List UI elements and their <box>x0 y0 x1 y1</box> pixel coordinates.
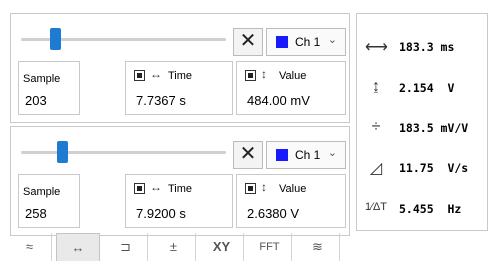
cursor-2-value-field: ↕ Value 2.6380 V <box>236 174 346 228</box>
delta-value-icon: ↨ <box>372 78 380 95</box>
tool-tab-bar: ≈ ↔ ⊐ ± XY FFT ≋ <box>8 233 358 261</box>
filter-icon: ≋ <box>312 239 323 254</box>
value-checkbox[interactable] <box>245 70 256 81</box>
divide-icon: ÷ <box>371 118 381 135</box>
slope-value: 11.75 V/s <box>399 161 469 175</box>
sample-label: Sample <box>23 186 61 198</box>
tab-cursors[interactable]: ↔ <box>56 233 100 261</box>
horizontal-cursor-icon: ↔ <box>71 240 85 255</box>
value-checkbox[interactable] <box>245 183 256 194</box>
channel-color-swatch <box>276 36 288 48</box>
ratio-value: 183.5 mV/V <box>399 121 469 135</box>
chevron-down-icon: ⌄ <box>327 147 337 159</box>
tab-waveform[interactable]: ≈ <box>8 233 52 261</box>
channel-label: Ch 1 <box>295 148 321 162</box>
frequency-icon: 1⁄ΔT <box>365 201 388 213</box>
tab-fft[interactable]: FFT <box>248 233 292 261</box>
xy-icon: XY <box>212 239 231 254</box>
time-value: 7.7367 s <box>136 93 186 108</box>
cursor-2-close-button[interactable]: ✕ <box>233 141 263 169</box>
cursor-1-channel-select[interactable]: Ch 1 ⌄ <box>266 28 346 56</box>
sample-label: Sample <box>23 73 61 85</box>
measurement-ratio: ÷ 183.5 mV/V <box>357 113 489 143</box>
delta-time-value: 183.3 ms <box>399 40 455 54</box>
cursor-2-slider-thumb[interactable] <box>57 141 68 163</box>
cursor-2-panel: ✕ Ch 1 ⌄ Sample 258 ↔ Time 7.9200 s ↕ Va… <box>10 126 350 236</box>
measurement-slope: ◿ 11.75 V/s <box>357 153 489 183</box>
cursor-2-sample-field: Sample 258 <box>18 174 80 228</box>
horizontal-arrows-icon: ↔ <box>150 180 162 194</box>
delta-value-value: 2.154 V <box>399 81 455 95</box>
sample-value: 203 <box>25 93 47 108</box>
horizontal-arrows-icon: ↔ <box>150 67 162 81</box>
channel-label: Ch 1 <box>295 35 321 49</box>
measurement-delta-value: ↨ 2.154 V <box>357 73 489 103</box>
time-value: 7.9200 s <box>136 206 186 221</box>
chevron-down-icon: ⌄ <box>327 34 337 46</box>
tab-trigger[interactable]: ⊐ <box>104 233 148 261</box>
value-label: Value <box>279 183 307 195</box>
channel-color-swatch <box>276 149 288 161</box>
cursor-1-time-field: ↔ Time 7.7367 s <box>125 61 233 115</box>
frequency-value: 5.455 Hz <box>399 202 462 216</box>
tab-math[interactable]: ± <box>152 233 196 261</box>
cursor-2-channel-select[interactable]: Ch 1 ⌄ <box>266 141 346 169</box>
vertical-arrows-icon: ↕ <box>261 67 267 81</box>
cursor-1-value-field: ↕ Value 484.00 mV <box>236 61 346 115</box>
delta-time-icon: ⟷ <box>365 39 388 56</box>
slope-icon: ◿ <box>369 160 383 177</box>
value-label: Value <box>279 70 307 82</box>
time-label: Time <box>168 183 193 195</box>
value-value: 2.6380 V <box>247 206 300 221</box>
measurements-panel: ⟷ 183.3 ms ↨ 2.154 V ÷ 183.5 mV/V ◿ 11.7… <box>356 13 488 231</box>
value-value: 484.00 mV <box>247 93 310 108</box>
measurement-frequency: 1⁄ΔT 5.455 Hz <box>357 194 489 224</box>
time-label: Time <box>168 70 193 82</box>
vertical-arrows-icon: ↕ <box>261 180 267 194</box>
math-icon: ± <box>169 239 178 254</box>
sample-value: 258 <box>25 206 47 221</box>
cursor-2-slider[interactable] <box>21 151 226 154</box>
tab-filter[interactable]: ≋ <box>296 233 340 261</box>
tab-xy[interactable]: XY <box>200 233 244 261</box>
cursor-1-slider-thumb[interactable] <box>50 28 61 50</box>
fft-icon: FFT <box>259 241 280 253</box>
trigger-icon: ⊐ <box>120 239 131 254</box>
time-checkbox[interactable] <box>134 183 145 194</box>
waveform-icon: ≈ <box>25 239 34 254</box>
cursor-1-close-button[interactable]: ✕ <box>233 28 263 56</box>
time-checkbox[interactable] <box>134 70 145 81</box>
cursor-1-panel: ✕ Ch 1 ⌄ Sample 203 ↔ Time 7.7367 s ↕ Va… <box>10 13 350 123</box>
cursor-2-time-field: ↔ Time 7.9200 s <box>125 174 233 228</box>
measurement-delta-time: ⟷ 183.3 ms <box>357 32 489 62</box>
cursor-1-sample-field: Sample 203 <box>18 61 80 115</box>
